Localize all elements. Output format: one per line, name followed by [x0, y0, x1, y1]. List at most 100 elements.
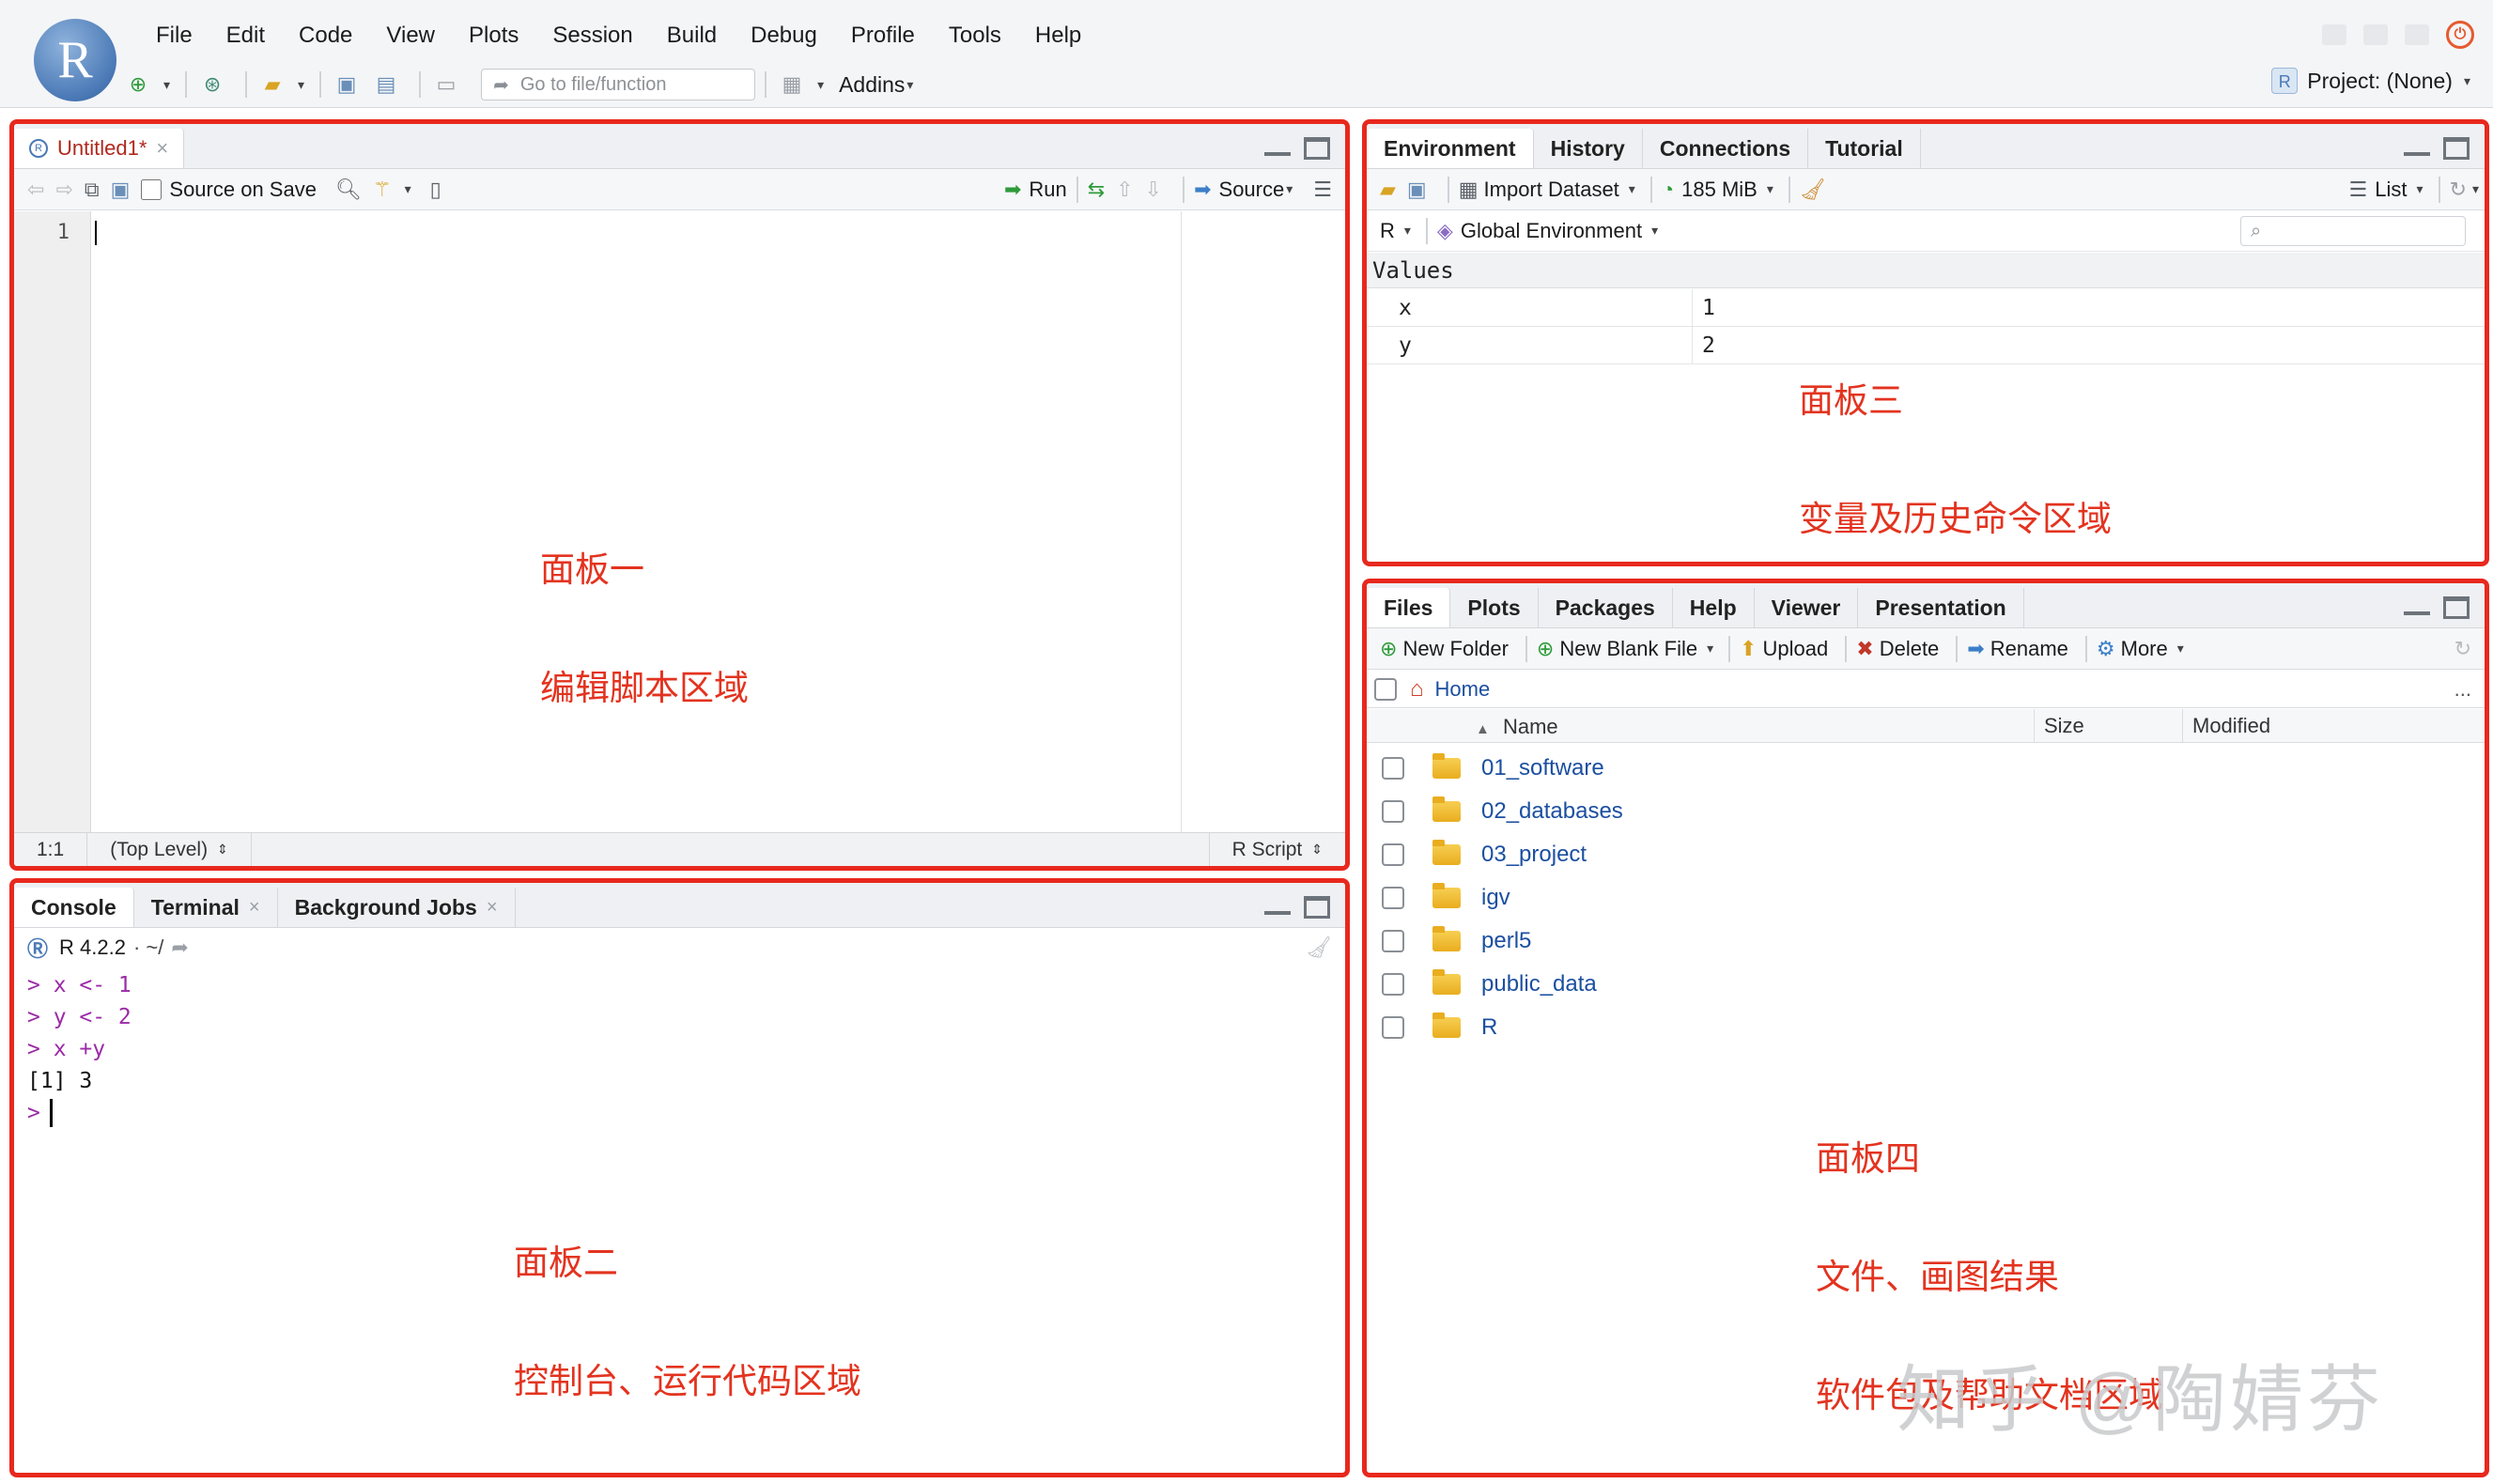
close-tab-icon[interactable]: × [249, 897, 260, 919]
import-dataset-dropdown[interactable]: ▾ [1629, 181, 1635, 197]
new-blank-file-dropdown[interactable]: ▾ [1707, 641, 1713, 657]
addins-menu[interactable]: Addins [839, 72, 905, 98]
back-arrow-icon[interactable]: ⇦ [27, 178, 44, 202]
console-output[interactable]: > x <- 1 > y <- 2 > x +y [1] 3 > [27, 969, 1332, 1129]
file-row[interactable]: 02_databases [1367, 790, 2485, 833]
new-project-icon[interactable]: ⊛ [196, 70, 228, 100]
save-icon[interactable]: ▣ [111, 178, 131, 202]
maximize-pane-icon[interactable] [1304, 896, 1330, 919]
view-mode-dropdown[interactable]: ▾ [2417, 181, 2423, 197]
addins-dropdown[interactable]: ▾ [906, 77, 913, 93]
tab-history[interactable]: History [1534, 129, 1643, 168]
load-workspace-icon[interactable]: ▰ [1380, 178, 1396, 202]
column-size[interactable]: Size [2034, 709, 2084, 743]
goto-input[interactable] [519, 73, 727, 96]
menu-help[interactable]: Help [1018, 19, 1098, 56]
maximize-pane-icon[interactable] [2443, 137, 2470, 160]
memory-usage[interactable]: 185 MiB [1681, 178, 1757, 202]
forward-arrow-icon[interactable]: ⇨ [55, 178, 72, 202]
source-on-save-checkbox[interactable] [141, 178, 163, 200]
refresh-dropdown[interactable]: ▾ [2472, 181, 2479, 197]
new-file-icon[interactable]: ⊕ [122, 70, 154, 100]
row-checkbox[interactable] [1382, 887, 1404, 909]
show-in-window-icon[interactable]: ⧉ [85, 178, 100, 202]
menu-debug[interactable]: Debug [734, 19, 834, 56]
more-dropdown[interactable]: ▾ [2177, 641, 2184, 657]
refresh-icon[interactable]: ↻ [2450, 178, 2467, 202]
language-dropdown[interactable]: ▾ [1404, 223, 1411, 239]
file-name[interactable]: public_data [1481, 971, 1597, 997]
memory-dropdown[interactable]: ▾ [1767, 181, 1773, 197]
goto-directory-icon[interactable]: ➦ [171, 935, 188, 960]
tab-viewer[interactable]: Viewer [1755, 588, 1859, 627]
close-tab-icon[interactable]: × [487, 897, 498, 919]
goto-file-function[interactable]: ➦ [481, 69, 756, 100]
minimize-pane-icon[interactable] [2404, 137, 2430, 156]
close-tab-icon[interactable]: × [156, 136, 168, 161]
file-name[interactable]: 03_project [1481, 842, 1587, 868]
file-name[interactable]: 01_software [1481, 755, 1604, 781]
pane-layout-dropdown[interactable]: ▾ [817, 77, 824, 93]
save-all-icon[interactable]: ▤ [370, 70, 402, 100]
tab-files[interactable]: Files [1367, 588, 1451, 627]
source-on-save-toggle[interactable]: Source on Save [141, 178, 317, 202]
menu-plots[interactable]: Plots [452, 19, 535, 56]
file-row[interactable]: R [1367, 1006, 2485, 1049]
language-selector[interactable]: R [1380, 219, 1395, 243]
file-row[interactable]: public_data [1367, 963, 2485, 1006]
home-icon[interactable]: ⌂ [1410, 676, 1424, 703]
new-folder-button[interactable]: New Folder [1402, 637, 1508, 661]
row-checkbox[interactable] [1382, 930, 1404, 952]
code-tools-wand-icon[interactable]: ⚚ [373, 178, 392, 202]
maximize-pane-icon[interactable] [1304, 137, 1330, 160]
code-tools-dropdown[interactable]: ▾ [405, 181, 411, 197]
compile-report-icon[interactable]: ▯ [430, 178, 441, 202]
tab-console[interactable]: Console [14, 888, 134, 927]
menu-file[interactable]: File [139, 19, 209, 56]
open-folder-icon[interactable]: ▰ [256, 70, 288, 100]
menu-profile[interactable]: Profile [834, 19, 932, 56]
file-row[interactable]: 01_software [1367, 747, 2485, 790]
source-dropdown[interactable]: ▾ [1286, 181, 1293, 197]
menu-view[interactable]: View [369, 19, 452, 56]
row-checkbox[interactable] [1382, 757, 1404, 780]
minimize-pane-icon[interactable] [1264, 896, 1291, 915]
menu-tools[interactable]: Tools [932, 19, 1018, 56]
go-up-icon[interactable]: ⇧ [1116, 178, 1133, 202]
project-menu[interactable]: R Project: (None) ▾ [2271, 68, 2476, 94]
tab-tutorial[interactable]: Tutorial [1808, 129, 1921, 168]
environment-search[interactable]: ⌕ [2240, 216, 2466, 246]
go-down-icon[interactable]: ⇩ [1145, 178, 1162, 202]
rerun-icon[interactable]: ⇆ [1088, 178, 1105, 202]
tab-plots[interactable]: Plots [1450, 588, 1539, 627]
save-icon[interactable]: ▣ [331, 70, 363, 100]
save-workspace-icon[interactable]: ▣ [1407, 178, 1427, 202]
file-name[interactable]: 02_databases [1481, 798, 1623, 825]
menu-session[interactable]: Session [535, 19, 649, 56]
tab-environment[interactable]: Environment [1367, 129, 1534, 168]
new-file-dropdown[interactable]: ▾ [163, 77, 170, 93]
refresh-icon[interactable]: ↻ [2454, 637, 2471, 661]
environment-scope-selector[interactable]: Global Environment [1461, 219, 1642, 243]
minimize-pane-icon[interactable] [1264, 137, 1291, 156]
run-button[interactable]: ➡ Run [1004, 178, 1067, 202]
menu-build[interactable]: Build [650, 19, 734, 56]
maximize-pane-icon[interactable] [2443, 596, 2470, 619]
console-prompt[interactable]: > [27, 1097, 1332, 1129]
scope-selector[interactable]: (Top Level) ⇕ [87, 833, 252, 866]
tab-terminal[interactable]: Terminal × [134, 888, 278, 927]
clear-console-icon[interactable]: 🧹︎ [1306, 935, 1332, 960]
menu-edit[interactable]: Edit [209, 19, 282, 56]
new-blank-file-button[interactable]: New Blank File [1559, 637, 1697, 661]
row-checkbox[interactable] [1382, 800, 1404, 823]
file-row[interactable]: 03_project [1367, 833, 2485, 876]
pane-layout-icon[interactable]: ▦ [776, 70, 808, 100]
print-icon[interactable]: ▭ [430, 70, 462, 100]
tab-presentation[interactable]: Presentation [1858, 588, 2024, 627]
tab-packages[interactable]: Packages [1539, 588, 1673, 627]
upload-button[interactable]: Upload [1763, 637, 1829, 661]
environment-scope-dropdown[interactable]: ▾ [1651, 223, 1658, 239]
row-checkbox[interactable] [1382, 1016, 1404, 1039]
row-checkbox[interactable] [1382, 973, 1404, 996]
view-mode-selector[interactable]: List [2375, 178, 2407, 202]
